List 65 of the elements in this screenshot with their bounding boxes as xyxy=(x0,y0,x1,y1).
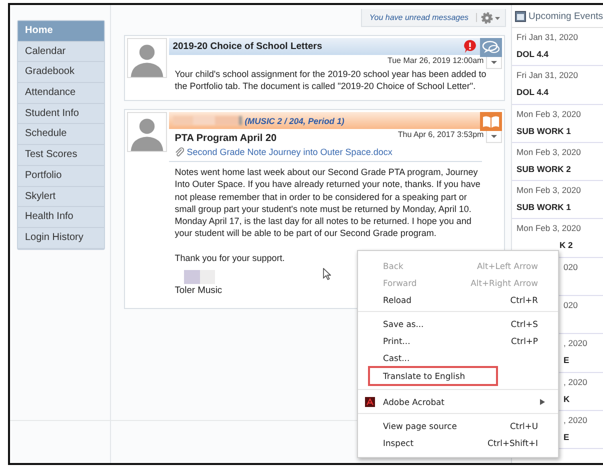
paperclip-icon xyxy=(174,147,184,157)
submenu-arrow-icon xyxy=(540,398,545,404)
event-title[interactable]: SUB WORK 2 xyxy=(516,164,603,174)
event-date: 020 xyxy=(564,300,579,310)
sidebar-item[interactable]: Skylert xyxy=(18,186,104,208)
event-title[interactable]: E xyxy=(564,355,603,366)
event-title[interactable]: K 2 xyxy=(516,240,603,250)
post-title: 2019-20 Choice of School Letters xyxy=(172,41,322,52)
signature-name: Toler Music xyxy=(174,284,222,296)
post-text: Your child's school assignment for the 2019-20 school year has been added to the Portfolio tab. The document is called "2019-20 Choice of School Letter". xyxy=(174,69,488,92)
calendar-icon xyxy=(514,10,526,22)
event-title[interactable]: K xyxy=(564,394,603,404)
post-text: Thank you for your support. xyxy=(174,252,286,264)
event-title[interactable]: DOL 4.4 xyxy=(516,87,603,98)
class-label: (MUSIC 2 / 204, Period 1) xyxy=(244,116,344,126)
chat-icon xyxy=(480,38,502,57)
event-date: Fri Jan 31, 2020 xyxy=(516,32,579,42)
acrobat-icon xyxy=(365,396,375,406)
alert-icon xyxy=(464,40,476,53)
menu-item[interactable]: Print... Ctrl+P xyxy=(358,332,558,349)
dropdown-icon[interactable] xyxy=(486,129,502,143)
event-title[interactable]: DOL 4.4 xyxy=(516,49,603,59)
event-date: , 2020 xyxy=(564,414,588,425)
post-text: Notes went home last week about our Second Grade PTA program, Journey Into Outer Space. If you have already returned your note, thanks. If you have not please remember that in order to be considered for a speaking part or small group part your student's note must be returned by Monday, April 10. Monday April 17, is the last day for all notes to be returned. I hope you and your student will be able to be part of our Second Grade program. xyxy=(174,166,482,240)
menu-item[interactable]: Inspect Ctrl+Shift+I xyxy=(358,434,558,451)
sidebar-item[interactable]: Calendar xyxy=(18,42,104,62)
post-title: PTA Program April 20 xyxy=(174,133,277,144)
redacted-name xyxy=(172,116,242,125)
event-date: 020 xyxy=(564,262,579,272)
signature-image xyxy=(184,270,215,284)
menu-item[interactable]: Reload Ctrl+R xyxy=(358,291,558,308)
sidebar-item[interactable]: Test Scores xyxy=(18,145,104,166)
event-date: Mon Feb 3, 2020 xyxy=(516,223,582,234)
menu-item[interactable]: View page source Ctrl+U xyxy=(358,417,558,434)
event-date: , 2020 xyxy=(564,376,588,387)
unread-messages-link[interactable]: You have unread messages xyxy=(362,13,477,22)
event-title[interactable]: E xyxy=(564,432,603,442)
event-title[interactable]: SUB WORK 1 xyxy=(516,126,603,136)
menu-item[interactable]: Adobe Acrobat xyxy=(358,393,558,410)
book-icon xyxy=(480,112,502,131)
avatar-icon xyxy=(126,38,167,78)
event-date: Mon Feb 3, 2020 xyxy=(516,185,582,196)
sidebar-item[interactable]: Attendance xyxy=(18,83,104,104)
sidebar-item[interactable]: Student Info xyxy=(18,104,104,124)
dropdown-icon[interactable] xyxy=(486,55,502,69)
sidebar-item[interactable]: Health Info xyxy=(18,207,104,228)
menu-item[interactable]: Save as... Ctrl+S xyxy=(358,315,558,332)
mouse-cursor-icon xyxy=(322,268,331,280)
avatar-icon xyxy=(126,112,167,152)
menu-item[interactable]: Cast... xyxy=(358,349,558,366)
event-date: , 2020 xyxy=(564,338,588,348)
events-title: Upcoming Events xyxy=(528,10,603,22)
post-date: Thu Apr 6, 2017 3:53pm xyxy=(398,129,484,139)
sidebar-item[interactable]: Gradebook xyxy=(18,62,104,84)
event-date: Mon Feb 3, 2020 xyxy=(516,108,582,119)
sidebar-item[interactable]: Login History xyxy=(18,228,104,249)
sidebar-item[interactable]: Portfolio xyxy=(18,166,104,186)
sidebar-item[interactable]: Schedule xyxy=(18,124,104,146)
post-date: Tue Mar 26, 2019 12:00am xyxy=(388,55,484,65)
event-date: Fri Jan 31, 2020 xyxy=(516,70,579,80)
menu-item[interactable]: Translate to English xyxy=(368,366,498,386)
settings-icon[interactable] xyxy=(480,12,502,24)
event-title[interactable]: SUB WORK 1 xyxy=(516,202,603,212)
attachment-link[interactable]: Second Grade Note Journey into Outer Space.docx xyxy=(186,147,392,157)
event-date: Mon Feb 3, 2020 xyxy=(516,146,582,157)
